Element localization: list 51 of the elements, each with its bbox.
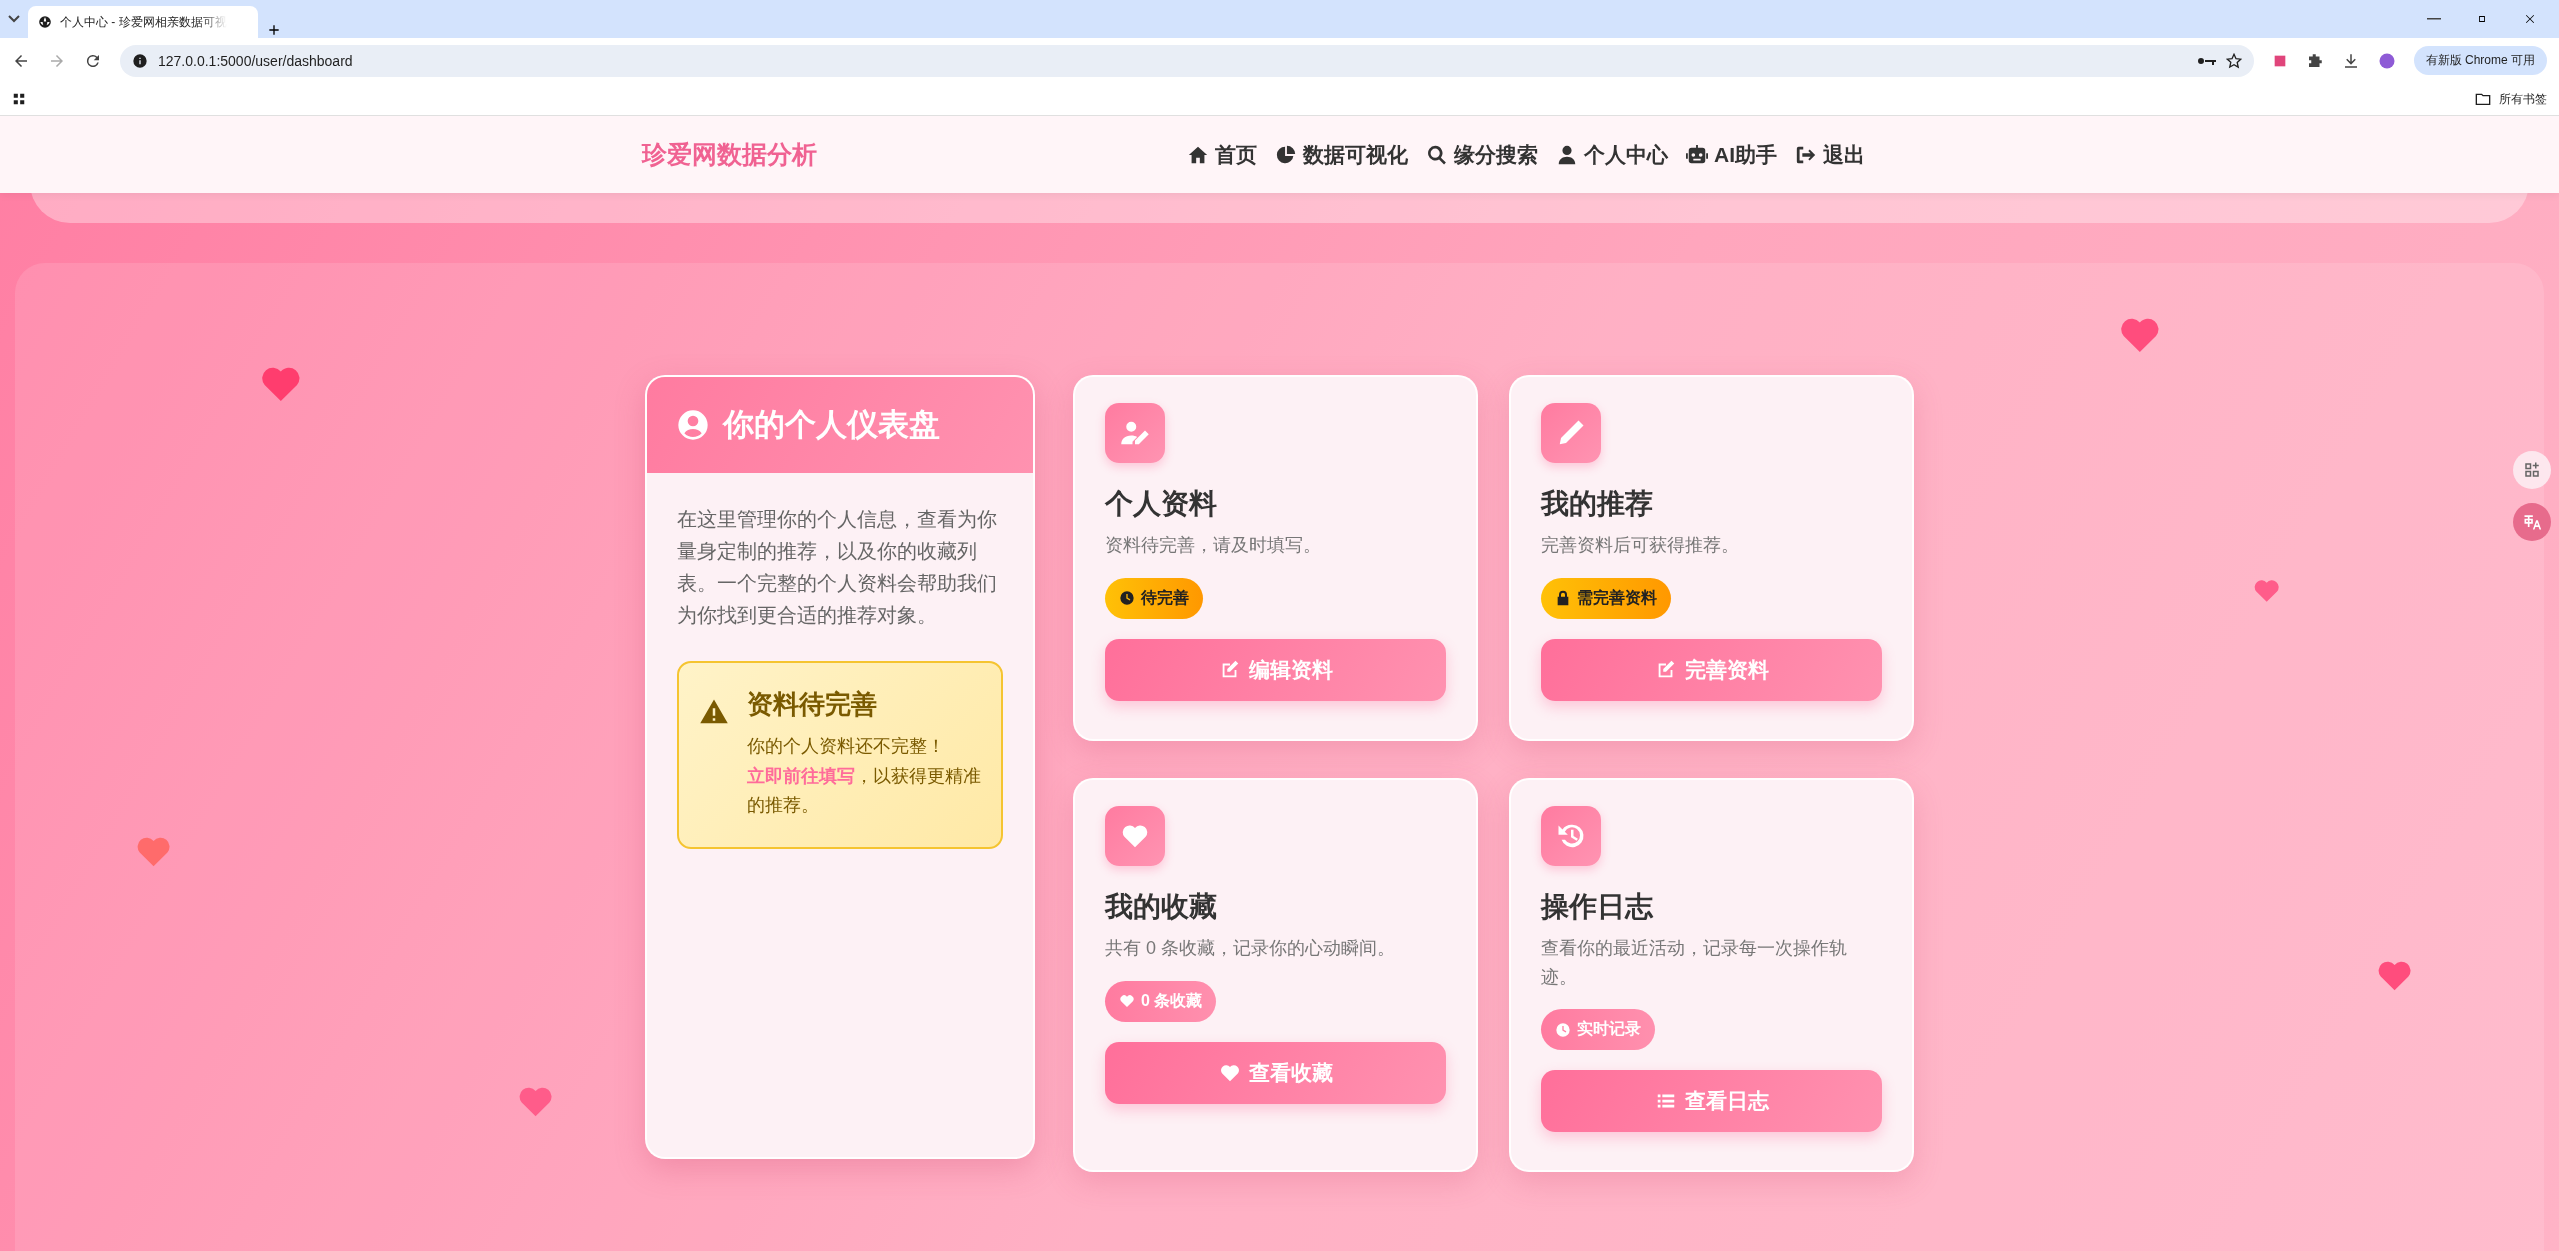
browser-tab[interactable]: 个人中心 - 珍爱网相亲数据可视 [28, 6, 258, 38]
globe-icon [38, 15, 52, 29]
minimize-icon[interactable] [2427, 18, 2441, 20]
clock-icon [1555, 1021, 1571, 1038]
nav-link[interactable]: AI助手 [1686, 140, 1777, 169]
intro-text: 在这里管理你的个人信息，查看为你量身定制的推荐，以及你的收藏列表。一个完整的个人资料会帮助我们为你找到更合适的推荐对象。 [677, 507, 998, 628]
nav-link[interactable]: 缘分搜索 [1426, 140, 1538, 169]
dashboard-title: 你的个人仪表盘 [723, 406, 940, 444]
folder-icon [2475, 91, 2491, 107]
alert-text: 你的个人资料还不完整！ 立即前往填写，以获得更精准的推荐。 [747, 735, 982, 818]
card-title: 个人资料 [1105, 487, 1217, 521]
card-description: 完善资料后可获得推荐。 [1541, 534, 1739, 557]
key-icon [2197, 56, 2216, 65]
user-icon [1556, 143, 1578, 166]
card-title: 我的推荐 [1541, 487, 1653, 521]
status-badge: 0 条收藏 [1105, 980, 1217, 1022]
pie-chart-icon [1275, 143, 1297, 166]
status-badge: 需完善资料 [1541, 577, 1671, 619]
card-description: 共有 0 条收藏，记录你的心动瞬间。 [1105, 936, 1395, 960]
lock-icon [1555, 590, 1571, 607]
nav-link[interactable]: 个人中心 [1556, 140, 1668, 169]
profile-avatar-icon [2377, 51, 2396, 70]
card-description: 查看你的最近活动，记录每一次操作轨迹。 [1541, 936, 1848, 989]
clock-icon [1119, 590, 1135, 607]
apps-add-icon [2523, 461, 2541, 479]
card-title: 我的收藏 [1105, 889, 1217, 924]
robot-icon [1686, 143, 1708, 166]
translate-button[interactable] [2513, 503, 2551, 541]
status-badge: 待完善 [1105, 577, 1203, 619]
card-title: 操作日志 [1541, 889, 1653, 924]
close-icon [2523, 12, 2537, 26]
star-icon [2225, 52, 2242, 69]
address-bar[interactable]: 127.0.0.1:5000/user/dashboard [120, 44, 2254, 77]
card-description: 资料待完善，请及时填写。 [1105, 534, 1321, 557]
info-icon [132, 52, 148, 69]
apps-add-button[interactable] [2513, 451, 2551, 489]
apps-icon [12, 92, 26, 106]
search-icon [1426, 143, 1448, 166]
heart-icon [1119, 993, 1135, 1010]
update-chrome-button[interactable]: 有新版 Chrome 可用 [2413, 46, 2547, 75]
tab-list-icon[interactable] [8, 15, 20, 23]
new-tab-icon [266, 22, 282, 38]
nav-link[interactable]: 数据可视化 [1275, 140, 1408, 169]
status-badge: 实时记录 [1541, 1009, 1655, 1051]
url-text: 127.0.0.1:5000/user/dashboard [158, 52, 353, 69]
translate-icon [2522, 512, 2542, 532]
nav-link[interactable]: 退出 [1795, 140, 1865, 169]
tab-title: 个人中心 - 珍爱网相亲数据可视 [60, 13, 227, 31]
alert-title: 资料待完善 [747, 688, 878, 721]
bookmarks-label[interactable]: 所有书签 [2499, 90, 2547, 108]
nav-link[interactable]: 首页 [1187, 140, 1257, 169]
